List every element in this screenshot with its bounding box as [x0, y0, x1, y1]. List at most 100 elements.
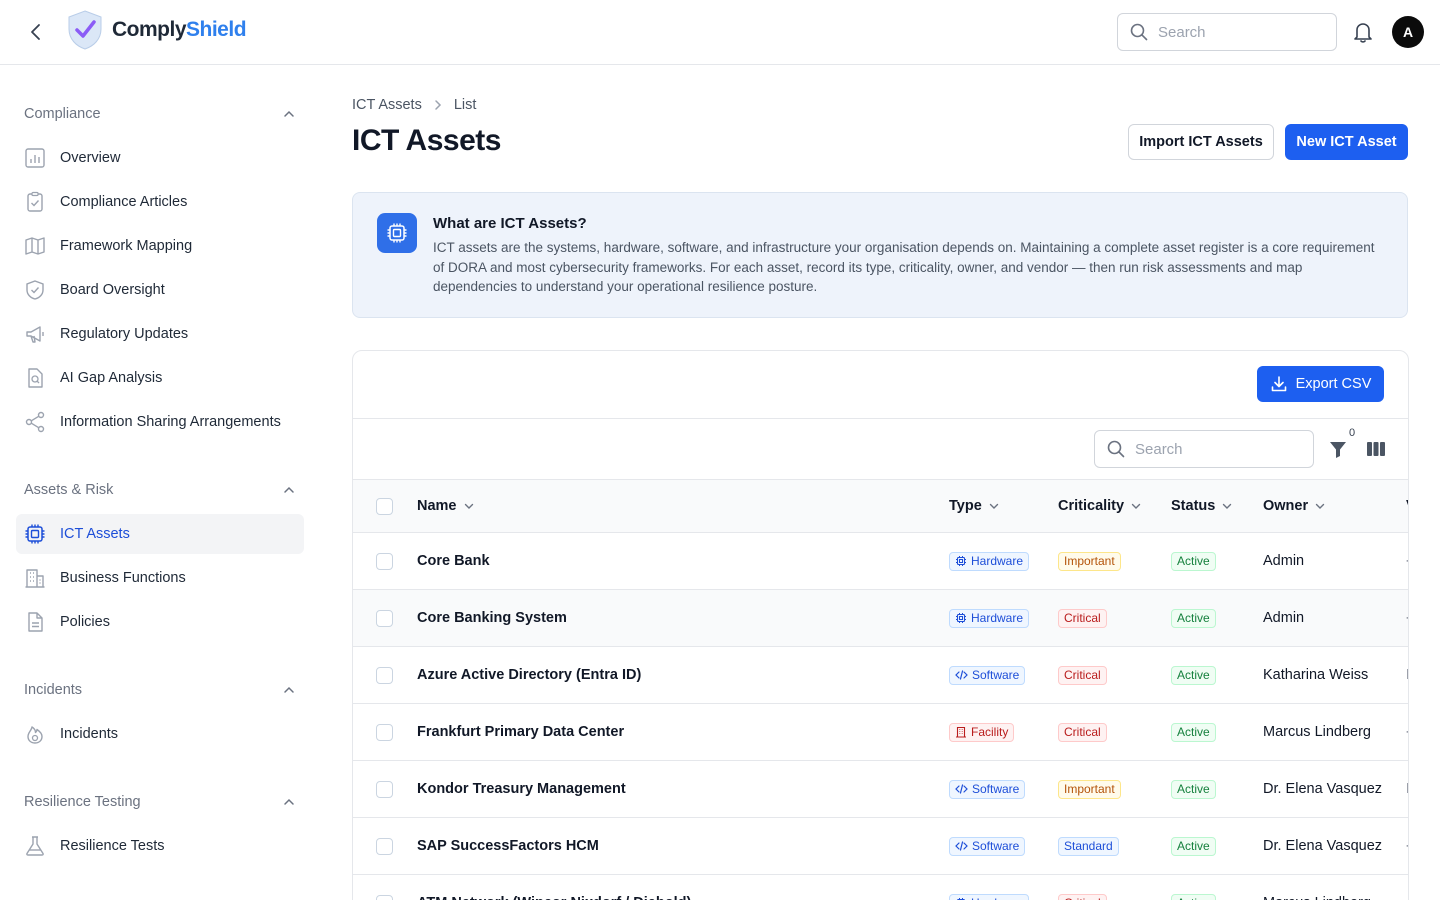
- columns-toggle-button[interactable]: [1366, 440, 1386, 463]
- shield-check-icon: [68, 10, 102, 50]
- type-label: Software: [972, 668, 1020, 682]
- sidebar-item-policies[interactable]: Policies: [16, 602, 304, 642]
- asset-name[interactable]: Core Banking System: [417, 590, 567, 646]
- info-title: What are ICT Assets?: [433, 215, 587, 232]
- filter-button[interactable]: [1328, 439, 1348, 464]
- shield-check-icon: [24, 279, 46, 301]
- notifications-button[interactable]: [1352, 20, 1374, 49]
- sidebar-item-overview[interactable]: Overview: [16, 138, 304, 178]
- column-header-label: Criticality: [1058, 498, 1125, 514]
- row-checkbox[interactable]: [376, 552, 393, 570]
- new-ict-asset-button[interactable]: New ICT Asset: [1285, 124, 1408, 160]
- vendor-cell: -: [1406, 875, 1408, 900]
- sidebar-section-resilience-testing[interactable]: Resilience Testing: [24, 791, 296, 813]
- asset-name[interactable]: Kondor Treasury Management: [417, 761, 626, 817]
- table-search-input[interactable]: [1135, 440, 1285, 458]
- table-row[interactable]: Core Bank Hardware Important Active Admin -: [353, 533, 1408, 590]
- bar-chart-icon: [24, 147, 46, 169]
- type-label: Facility: [971, 725, 1009, 739]
- global-search[interactable]: [1117, 13, 1337, 51]
- sidebar-section-incidents[interactable]: Incidents: [24, 679, 296, 701]
- app-logo[interactable]: ComplyShield: [66, 9, 247, 51]
- page-title: ICT Assets: [352, 124, 501, 157]
- sidebar-item-business-functions[interactable]: Business Functions: [16, 558, 304, 598]
- sidebar-item-compliance-articles[interactable]: Compliance Articles: [16, 182, 304, 222]
- building-icon: [955, 726, 967, 738]
- owner-name: Katharina Weiss: [1263, 667, 1369, 683]
- owner-name: Dr. Elena Vasquez: [1263, 781, 1383, 797]
- table-row[interactable]: Kondor Treasury Management Software Import…: [353, 761, 1408, 818]
- sidebar-item-information-sharing[interactable]: Information Sharing Arrangements: [16, 402, 304, 442]
- owner-name: Marcus Lindberg: [1263, 875, 1371, 900]
- asset-name[interactable]: Azure Active Directory (Entra ID): [417, 647, 641, 703]
- row-checkbox[interactable]: [376, 723, 393, 741]
- column-header-type[interactable]: Type: [949, 480, 1000, 532]
- type-badge: Hardware: [949, 608, 1030, 628]
- import-ict-assets-button[interactable]: Import ICT Assets: [1128, 124, 1274, 160]
- status-cell: Active: [1171, 704, 1216, 760]
- criticality-badge: Critical: [1058, 608, 1107, 628]
- table-row[interactable]: ATM Network (Wincor Nixdorf / Diebold) Ha…: [353, 875, 1408, 900]
- sidebar-section-assets-risk[interactable]: Assets & Risk: [24, 479, 296, 501]
- table-search[interactable]: [1094, 430, 1314, 468]
- sidebar-item-label: AI Gap Analysis: [60, 370, 163, 386]
- row-select-cell: [376, 704, 393, 760]
- sidebar-item-resilience-tests[interactable]: Resilience Tests: [16, 826, 304, 866]
- code-icon: [955, 669, 968, 681]
- row-checkbox[interactable]: [376, 780, 393, 798]
- filter-count-badge: 0: [1349, 427, 1356, 439]
- sidebar-item-label: Overview: [60, 150, 121, 166]
- table-row[interactable]: Frankfurt Primary Data Center Facility Cri…: [353, 704, 1408, 761]
- asset-name[interactable]: SAP SuccessFactors HCM: [417, 818, 599, 874]
- table-header: Name Type Criticality Status Owner V: [353, 479, 1408, 533]
- column-header-criticality[interactable]: Criticality: [1058, 480, 1142, 532]
- type-badge: Facility: [949, 722, 1015, 742]
- sidebar-item-label: Business Functions: [60, 570, 186, 586]
- table-row[interactable]: SAP SuccessFactors HCM Software Standard Ac…: [353, 818, 1408, 875]
- row-checkbox[interactable]: [376, 609, 393, 627]
- column-header-label: Owner: [1263, 498, 1309, 514]
- table-row[interactable]: Core Banking System Hardware Critical Activ…: [353, 590, 1408, 647]
- asset-name[interactable]: Frankfurt Primary Data Center: [417, 704, 624, 760]
- sidebar-item-board-oversight[interactable]: Board Oversight: [16, 270, 304, 310]
- sidebar-item-regulatory-updates[interactable]: Regulatory Updates: [16, 314, 304, 354]
- status-badge: Active: [1171, 722, 1216, 742]
- column-header-name[interactable]: Name: [417, 480, 475, 532]
- sidebar-item-ict-assets[interactable]: ICT Assets: [16, 514, 304, 554]
- global-search-input[interactable]: [1158, 23, 1308, 41]
- back-button[interactable]: [22, 18, 50, 46]
- column-header-owner[interactable]: Owner: [1263, 480, 1326, 532]
- sidebar-section-title: Compliance: [24, 106, 101, 122]
- status-badge: Active: [1171, 665, 1216, 685]
- status-badge: Active: [1171, 608, 1216, 628]
- user-avatar[interactable]: A: [1392, 16, 1424, 48]
- column-header-status[interactable]: Status: [1171, 480, 1233, 532]
- breadcrumb-root[interactable]: ICT Assets: [352, 97, 422, 113]
- sidebar-item-label: Policies: [60, 614, 110, 630]
- sidebar-section-title: Resilience Testing: [24, 794, 141, 810]
- table-row[interactable]: Azure Active Directory (Entra ID) Softwar…: [353, 647, 1408, 704]
- column-header-vendor[interactable]: V: [1406, 480, 1408, 532]
- chevron-down-icon: [464, 503, 473, 509]
- criticality-badge: Important: [1058, 779, 1121, 799]
- sidebar-item-label: Framework Mapping: [60, 238, 193, 254]
- column-header-label: V: [1406, 498, 1408, 514]
- row-checkbox[interactable]: [376, 894, 393, 900]
- asset-name[interactable]: Core Bank: [417, 533, 490, 589]
- sidebar-item-label: Regulatory Updates: [60, 326, 189, 342]
- row-checkbox[interactable]: [376, 837, 393, 855]
- row-select-cell: [376, 875, 393, 900]
- select-all-checkbox[interactable]: [376, 497, 393, 515]
- type-badge: Hardware: [949, 893, 1030, 900]
- sidebar-section-compliance[interactable]: Compliance: [24, 103, 296, 125]
- sidebar-item-ai-gap-analysis[interactable]: AI Gap Analysis: [16, 358, 304, 398]
- asset-name[interactable]: ATM Network (Wincor Nixdorf / Diebold): [417, 875, 691, 900]
- select-all-cell: [376, 480, 393, 532]
- sidebar-item-label: Board Oversight: [60, 282, 165, 298]
- criticality-badge: Critical: [1058, 722, 1107, 742]
- megaphone-icon: [24, 323, 46, 345]
- sidebar-item-incidents[interactable]: Incidents: [16, 714, 304, 754]
- sidebar-item-framework-mapping[interactable]: Framework Mapping: [16, 226, 304, 266]
- row-checkbox[interactable]: [376, 666, 393, 684]
- export-csv-button[interactable]: Export CSV: [1257, 366, 1384, 402]
